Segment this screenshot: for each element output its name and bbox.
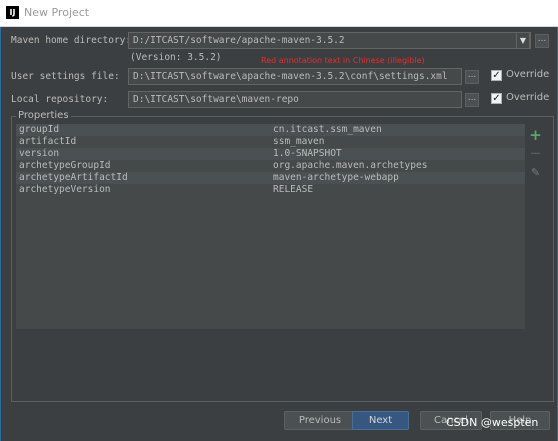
- chevron-down-icon[interactable]: ▼: [516, 32, 530, 49]
- window-title: New Project: [24, 6, 90, 19]
- property-value[interactable]: RELEASE: [273, 184, 313, 196]
- property-value[interactable]: 1.0-SNAPSHOT: [273, 148, 342, 160]
- previous-button[interactable]: Previous: [284, 411, 356, 430]
- title-bar: IJ New Project: [0, 0, 558, 27]
- user-settings-field[interactable]: D:\ITCAST\software\apache-maven-3.5.2\co…: [128, 68, 462, 85]
- watermark-text: CSDN @wespten: [446, 416, 539, 429]
- remove-icon[interactable]: —: [529, 148, 542, 159]
- table-row[interactable]: version 1.0-SNAPSHOT: [16, 148, 525, 160]
- properties-toolbar: + — ✎: [527, 124, 544, 329]
- table-row[interactable]: groupId cn.itcast.ssm_maven: [16, 124, 525, 136]
- local-repository-label: Local repository:: [11, 94, 109, 105]
- local-repository-browse-button[interactable]: ...: [465, 93, 479, 107]
- maven-home-combobox[interactable]: D:/ITCAST/software/apache-maven-3.5.2: [128, 32, 531, 49]
- annotation-note: Red annotation text in Chinese (illegibl…: [261, 56, 425, 65]
- next-button[interactable]: Next: [352, 411, 409, 430]
- property-value[interactable]: cn.itcast.ssm_maven: [273, 124, 382, 136]
- edit-icon[interactable]: ✎: [529, 166, 542, 179]
- property-value[interactable]: ssm_maven: [273, 136, 324, 148]
- property-key[interactable]: archetypeVersion: [19, 184, 111, 196]
- property-key[interactable]: groupId: [19, 124, 59, 136]
- table-row[interactable]: artifactId ssm_maven: [16, 136, 525, 148]
- property-value[interactable]: org.apache.maven.archetypes: [273, 160, 427, 172]
- local-repository-override-label[interactable]: Override: [506, 92, 549, 103]
- table-row[interactable]: archetypeArtifactId maven-archetype-webap…: [16, 172, 525, 184]
- user-settings-browse-button[interactable]: ...: [465, 70, 479, 84]
- property-value[interactable]: maven-archetype-webapp: [273, 172, 399, 184]
- property-key[interactable]: artifactId: [19, 136, 76, 148]
- maven-version-text: (Version: 3.5.2): [130, 52, 222, 63]
- user-settings-label: User settings file:: [11, 71, 120, 82]
- maven-home-label: Maven home directory:: [11, 35, 132, 46]
- properties-table[interactable]: groupId cn.itcast.ssm_maven artifactId ssm…: [16, 124, 525, 329]
- add-icon[interactable]: +: [529, 126, 542, 144]
- table-row[interactable]: archetypeGroupId org.apache.maven.archety…: [16, 160, 525, 172]
- intellij-icon: IJ: [6, 6, 19, 19]
- property-key[interactable]: version: [19, 148, 59, 160]
- user-settings-override-checkbox[interactable]: ✓: [491, 70, 502, 81]
- properties-title: Properties: [16, 110, 71, 121]
- table-row[interactable]: archetypeVersion RELEASE: [16, 184, 525, 196]
- user-settings-override-label[interactable]: Override: [506, 69, 549, 80]
- local-repository-override-checkbox[interactable]: ✓: [491, 93, 502, 104]
- property-key[interactable]: archetypeGroupId: [19, 160, 111, 172]
- property-key[interactable]: archetypeArtifactId: [19, 172, 128, 184]
- maven-home-browse-button[interactable]: ...: [535, 34, 549, 48]
- local-repository-field[interactable]: D:\ITCAST\software\maven-repo: [128, 91, 462, 108]
- window-border-left: [0, 27, 1, 441]
